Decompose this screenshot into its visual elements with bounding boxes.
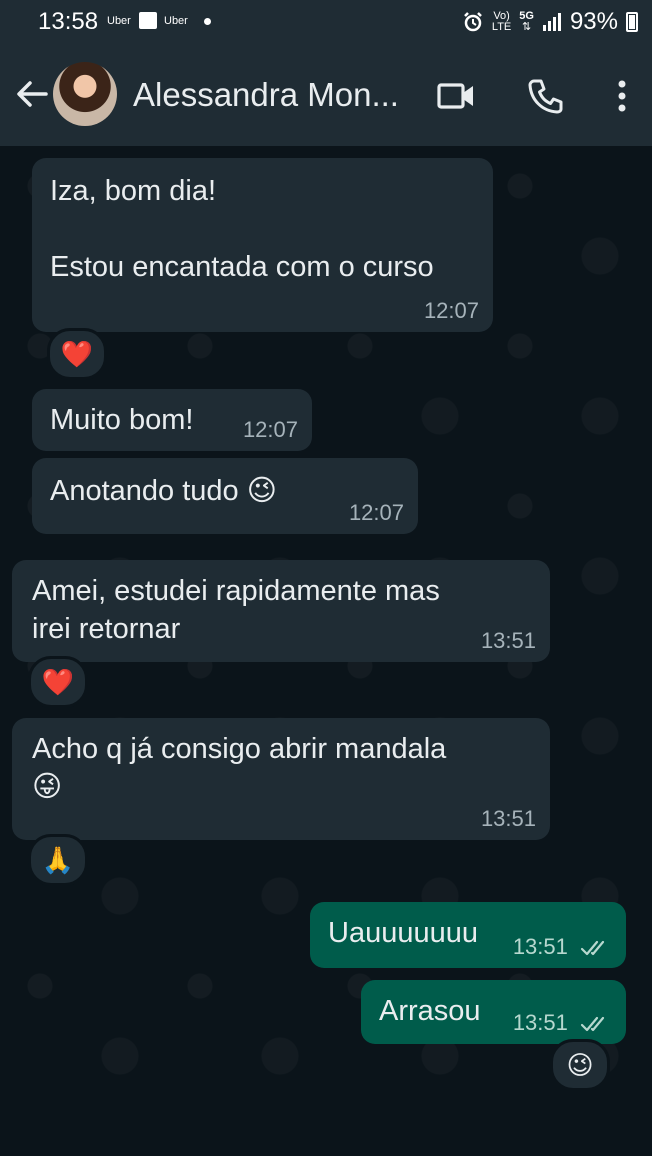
5g-indicator: 5G ⇅: [519, 11, 534, 33]
message-bubble-incoming[interactable]: Iza, bom dia! Estou encantada com o curs…: [32, 158, 493, 332]
signal-icon: [542, 13, 561, 31]
message-bubble-incoming[interactable]: Amei, estudei rapidamente mas irei retor…: [12, 560, 550, 662]
message-bubble-incoming[interactable]: Muito bom! 12:07: [32, 389, 312, 451]
heart-reaction-icon[interactable]: ❤️: [47, 328, 107, 380]
image-notification-icon: [139, 12, 157, 29]
chat-area[interactable]: Iza, bom dia! Estou encantada com o curs…: [0, 146, 652, 1090]
status-bar: 13:58 Uber Uber Vo) LTE 5G ⇅ 93%: [0, 0, 652, 44]
message-bubble-outgoing[interactable]: Arrasou 13:51: [361, 980, 626, 1044]
message-bubble-incoming[interactable]: Anotando tudo 😉 12:07: [32, 458, 418, 534]
message-time: 12:07: [242, 417, 298, 442]
battery-percent: 93%: [569, 8, 618, 35]
message-time: 12:07: [423, 298, 479, 323]
bottom-area: [0, 1090, 652, 1156]
message-bubble-incoming[interactable]: Acho q já consigo abrir mandala 😜 13:51: [12, 718, 550, 840]
alarm-icon: [464, 12, 482, 32]
contact-name[interactable]: Alessandra Mon...: [133, 76, 399, 114]
message-text: Acho q já consigo abrir mandala 😜: [32, 733, 447, 803]
heart-reaction-icon[interactable]: ❤️: [28, 656, 88, 708]
wink-reaction-icon[interactable]: 😉: [550, 1039, 610, 1090]
video-call-icon[interactable]: [434, 74, 478, 118]
message-time: 13:51: [480, 806, 536, 831]
read-receipt-icon: [580, 941, 605, 956]
more-notifications-dot-icon: [204, 18, 211, 25]
message-bubble-outgoing[interactable]: Uauuuuuuu 13:51: [310, 902, 626, 968]
voice-call-icon[interactable]: [524, 74, 568, 118]
contact-avatar[interactable]: [53, 62, 117, 126]
read-receipt-icon: [580, 1017, 605, 1032]
uber-notification-label-2: Uber: [164, 15, 188, 27]
uber-notification-label: Uber: [107, 15, 131, 27]
message-text: Amei, estudei rapidamente mas irei retor…: [32, 575, 440, 645]
message-time-with-status: 13:51: [513, 1010, 612, 1036]
chat-header: Alessandra Mon...: [0, 44, 652, 146]
message-time-with-status: 13:51: [513, 934, 612, 960]
battery-icon: [626, 12, 638, 32]
message-text: Anotando tudo 😉: [50, 475, 277, 507]
message-time: 13:51: [480, 628, 536, 653]
data-arrows-icon: ⇅: [522, 21, 532, 33]
more-options-icon[interactable]: [600, 74, 644, 118]
message-time: 13:51: [512, 1010, 568, 1035]
lte-label: LTE: [491, 21, 512, 33]
status-right: Vo) LTE 5G ⇅ 93%: [462, 8, 638, 36]
message-time: 13:51: [512, 934, 568, 959]
status-time: 13:58: [38, 8, 99, 35]
praying-hands-reaction-icon[interactable]: 🙏: [28, 834, 88, 886]
back-arrow-icon[interactable]: [12, 74, 52, 114]
volte-indicator: Vo) LTE: [492, 11, 511, 33]
message-text: Iza, bom dia! Estou encantada com o curs…: [50, 175, 434, 283]
message-time: 12:07: [348, 500, 404, 525]
